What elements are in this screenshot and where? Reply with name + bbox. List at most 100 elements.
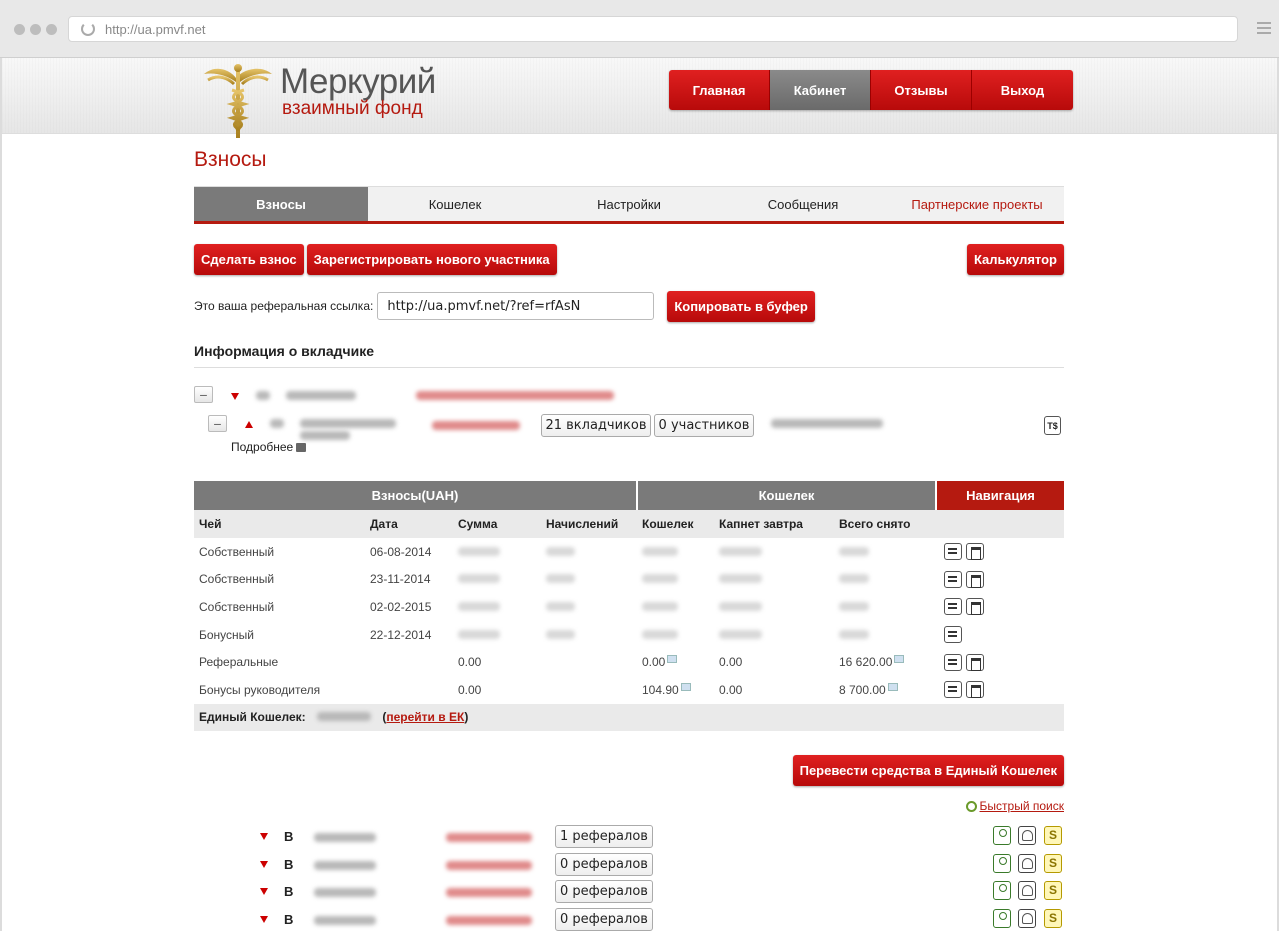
contributions-table: Взносы(UAH) Кошелек Навигация Чей Дата С… <box>194 481 1064 732</box>
arrow-up-icon <box>245 421 253 428</box>
redacted-value <box>642 574 678 584</box>
cell-date: 22-12-2014 <box>370 627 432 642</box>
tree-icon[interactable] <box>1018 908 1036 928</box>
transactions-icon[interactable]: T$ <box>1044 416 1061 435</box>
copy-button[interactable]: Копировать в буфер <box>667 290 815 322</box>
collapse-button[interactable]: − <box>194 386 213 403</box>
referrals-count-badge[interactable]: 0 рефералов <box>555 880 653 904</box>
section-tabs: Взносы Кошелек Настройки Сообщения Партн… <box>194 186 1064 224</box>
tab-settings[interactable]: Настройки <box>542 187 716 221</box>
cell-date: 06-08-2014 <box>370 544 432 559</box>
lock-icon <box>296 443 307 453</box>
details-link[interactable]: Подробнее <box>231 440 307 454</box>
gift-icon[interactable] <box>966 681 984 699</box>
referral-link-input[interactable] <box>377 292 655 320</box>
withdraw-icon[interactable] <box>944 570 962 588</box>
redacted-value <box>458 546 500 556</box>
cell-acc <box>541 648 637 676</box>
site-logo[interactable]: Меркурий взаимный фонд <box>202 60 462 138</box>
redacted-value <box>719 574 762 584</box>
referrals-count-badge[interactable]: 1 рефералов <box>555 825 653 849</box>
quick-search-link[interactable]: Быстрый поиск <box>194 799 1064 813</box>
redacted-value <box>839 629 869 639</box>
referrals-count-badge[interactable]: 0 рефералов <box>555 852 653 876</box>
cell-sum <box>453 621 541 649</box>
cell-who: Собственный <box>199 599 275 614</box>
withdraw-icon[interactable] <box>944 626 962 644</box>
depositor-info-heading: Информация о вкладчике <box>194 343 1064 368</box>
register-participant-button[interactable]: Зарегистрировать нового участника <box>306 244 557 275</box>
main-content: Взносы Взносы Кошелек Настройки Сообщени… <box>194 148 1064 931</box>
tree-icon[interactable] <box>1018 881 1036 901</box>
tab-messages[interactable]: Сообщения <box>716 187 890 221</box>
gift-icon[interactable] <box>966 570 984 588</box>
withdraw-icon[interactable] <box>944 598 962 616</box>
tab-partner-projects[interactable]: Партнерские проекты <box>890 187 1064 221</box>
money-icon[interactable] <box>1044 853 1062 873</box>
participants-count-badge[interactable]: 0 участников <box>654 414 754 437</box>
money-icon[interactable] <box>1044 826 1062 846</box>
redacted-text <box>256 391 270 400</box>
cell-navigation <box>936 593 1064 621</box>
redacted-value <box>642 601 678 611</box>
transfer-button[interactable]: Перевести средства в Единый Кошелек <box>792 755 1064 787</box>
logo-subtitle: взаимный фонд <box>282 98 423 119</box>
tab-wallet[interactable]: Кошелек <box>368 187 542 221</box>
user-icon[interactable] <box>993 853 1011 873</box>
cell-sum <box>453 538 541 566</box>
nav-logout[interactable]: Выход <box>972 70 1073 110</box>
redacted-amount <box>317 712 372 722</box>
reload-icon[interactable] <box>81 22 95 36</box>
user-icon[interactable] <box>993 881 1011 901</box>
money-icon[interactable] <box>1044 881 1062 901</box>
address-bar[interactable]: http://ua.pmvf.net <box>68 16 1238 42</box>
cell-who: Бонусы руководителя <box>199 682 321 697</box>
cell-who: Собственный <box>199 544 275 559</box>
info-icon[interactable] <box>667 655 678 664</box>
user-icon[interactable] <box>993 826 1011 846</box>
tree-icon[interactable] <box>1018 853 1036 873</box>
gift-icon[interactable] <box>966 653 984 671</box>
user-icon[interactable] <box>993 908 1011 928</box>
col-date: Дата <box>365 510 453 538</box>
withdraw-icon[interactable] <box>944 543 962 561</box>
gift-icon[interactable] <box>966 543 984 561</box>
nav-reviews[interactable]: Отзывы <box>871 70 972 110</box>
make-contribution-button[interactable]: Сделать взнос <box>194 244 304 275</box>
referral-label: Это ваша реферальная ссылка: <box>194 299 374 313</box>
gift-icon[interactable] <box>966 598 984 616</box>
withdraw-icon[interactable] <box>944 653 962 671</box>
money-icon[interactable] <box>1044 908 1062 928</box>
nav-cabinet[interactable]: Кабинет <box>770 70 871 110</box>
go-to-unified-wallet-link[interactable]: перейти в ЕК <box>386 710 464 724</box>
info-icon[interactable] <box>894 655 905 664</box>
collapse-button[interactable]: − <box>208 415 227 432</box>
tree-icon[interactable] <box>1018 826 1036 846</box>
cell-tomorrow <box>714 538 834 566</box>
withdraw-icon[interactable] <box>944 681 962 699</box>
calculator-button[interactable]: Калькулятор <box>966 244 1064 275</box>
tab-contributions[interactable]: Взносы <box>194 187 368 221</box>
redacted-name <box>314 888 376 898</box>
info-icon[interactable] <box>680 682 691 691</box>
redacted-email <box>446 915 532 925</box>
redacted-value <box>719 601 762 611</box>
cell-tomorrow: 0.00 <box>719 655 743 670</box>
referral-row: В 0 рефералов <box>194 851 1064 879</box>
cell-sum: 0.00 <box>458 655 482 670</box>
col-navigation <box>936 510 1064 538</box>
redacted-name <box>314 833 376 843</box>
table-row: Реферальные 0.00 0.00 0.00 16 620.00 <box>194 648 1064 676</box>
depositors-count-badge[interactable]: 21 вкладчиков <box>541 414 651 437</box>
unified-wallet-label: Единый Кошелек: <box>199 710 306 725</box>
col-who: Чей <box>194 510 365 538</box>
info-icon[interactable] <box>887 682 898 691</box>
redacted-phone <box>771 419 883 428</box>
window-controls <box>14 24 57 35</box>
referrals-count-badge[interactable]: 0 рефералов <box>555 907 653 931</box>
hamburger-menu-icon[interactable] <box>1257 22 1271 37</box>
nav-home[interactable]: Главная <box>669 70 770 110</box>
table-row: Собственный 06-08-2014 <box>194 538 1064 566</box>
cell-who: Бонусный <box>199 627 254 642</box>
table-row: Бонусы руководителя 0.00 104.90 0.00 8 700.0… <box>194 676 1064 704</box>
